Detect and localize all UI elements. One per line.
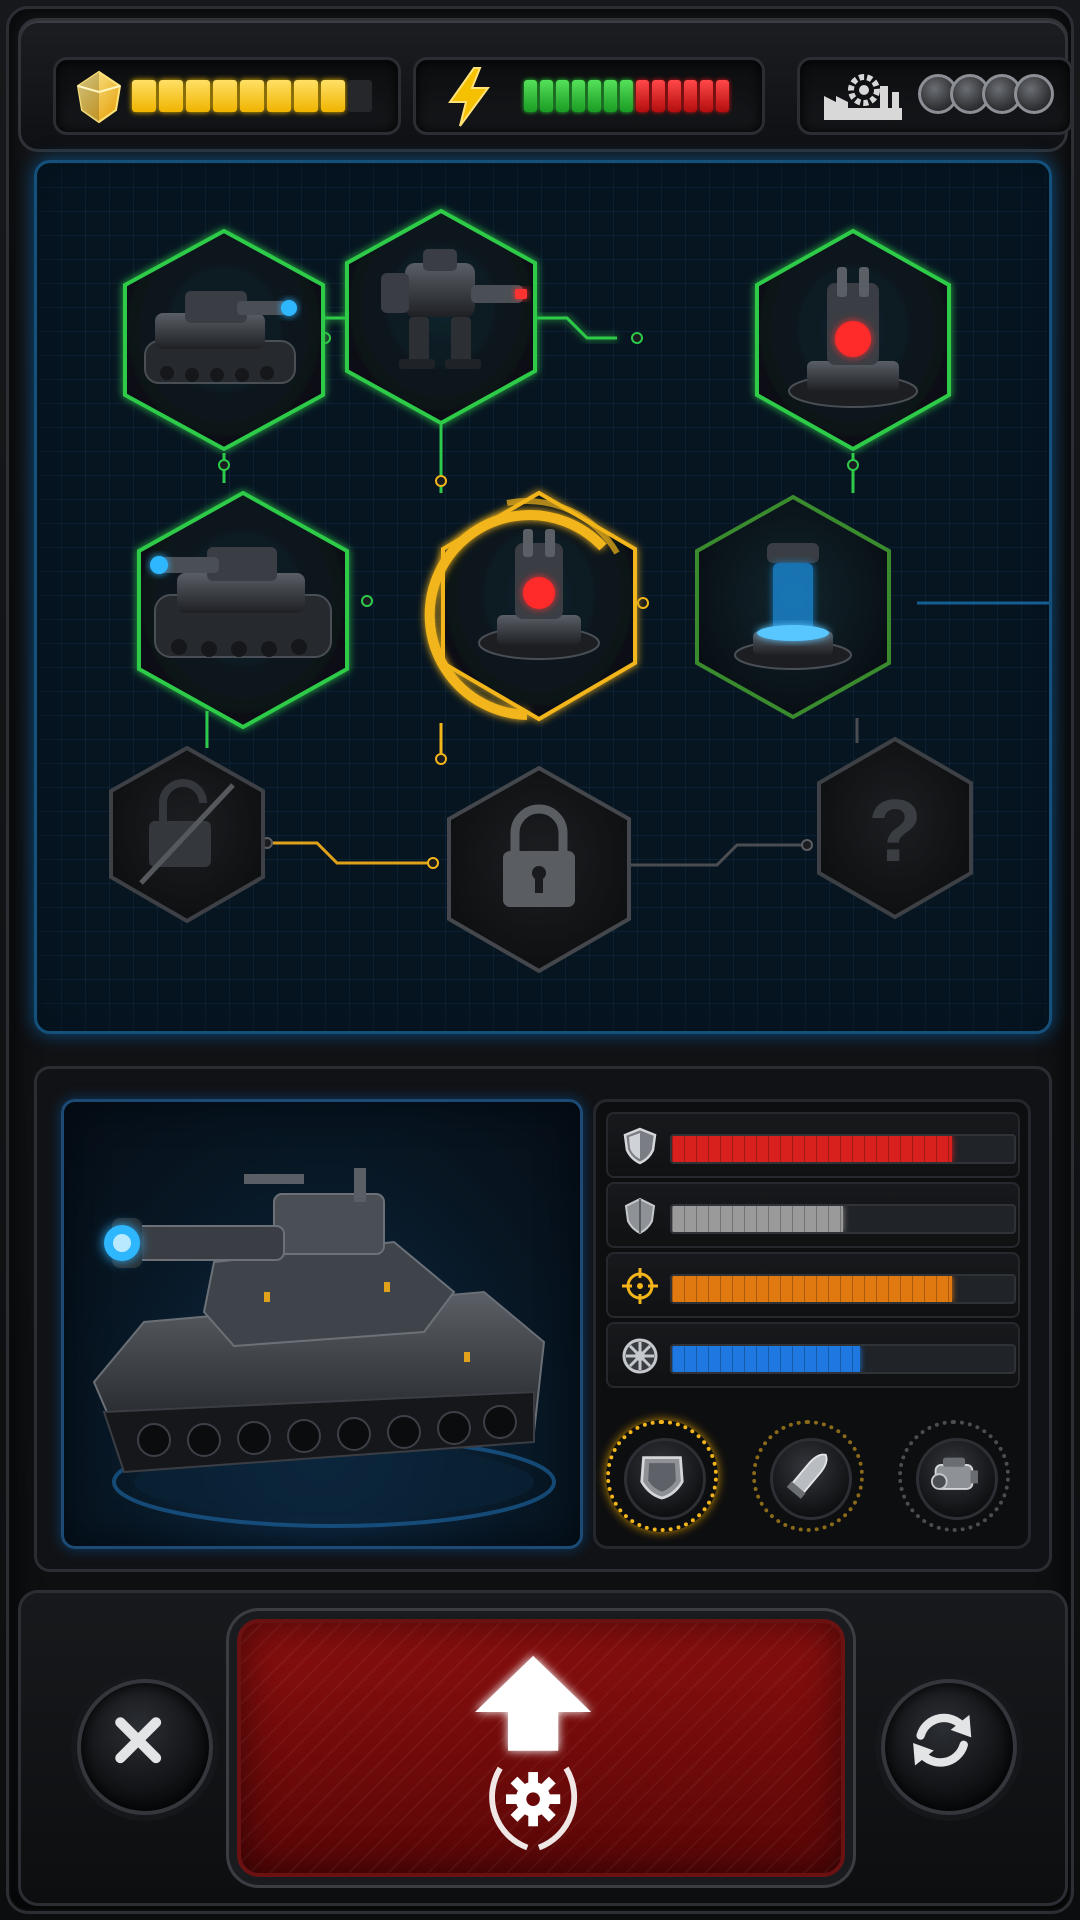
gem-level-bar bbox=[132, 80, 372, 112]
module-armor-plate[interactable] bbox=[606, 1420, 718, 1532]
defense-bar bbox=[670, 1204, 1016, 1234]
tech-node-mech-walker[interactable] bbox=[345, 208, 537, 426]
stat-bar-fill bbox=[672, 1206, 843, 1232]
tech-node-red-reactor[interactable] bbox=[755, 228, 951, 452]
upgrade-button[interactable] bbox=[237, 1619, 845, 1877]
energy-bar-segment bbox=[588, 80, 601, 112]
module-engine[interactable] bbox=[898, 1420, 1010, 1532]
energy-bar-segment bbox=[604, 80, 617, 112]
tech-node-unknown[interactable]: ? bbox=[817, 736, 973, 920]
energy-bar-segment bbox=[684, 80, 697, 112]
stat-defense bbox=[606, 1182, 1020, 1248]
resource-bar bbox=[18, 18, 1073, 152]
armor-shield-icon bbox=[623, 1127, 657, 1165]
stat-bar-fill bbox=[672, 1346, 861, 1372]
energy-bar-segment bbox=[524, 80, 537, 112]
unit-stats-panel bbox=[593, 1099, 1031, 1549]
tech-tree-panel: ? bbox=[34, 160, 1052, 1034]
energy-bar-segment bbox=[668, 80, 681, 112]
energy-bar-segment bbox=[556, 80, 569, 112]
energy-bar-segment bbox=[572, 80, 585, 112]
module-shell-ammo[interactable] bbox=[752, 1420, 864, 1532]
unit-preview bbox=[61, 1099, 583, 1549]
action-bar bbox=[18, 1590, 1068, 1906]
stat-armor bbox=[606, 1112, 1020, 1178]
engine-icon bbox=[930, 1457, 978, 1490]
question-mark-icon: ? bbox=[868, 781, 922, 880]
gem-bar-segment bbox=[240, 80, 264, 112]
speed-wheel-icon bbox=[622, 1338, 658, 1374]
production-token bbox=[1014, 74, 1054, 114]
gem-bar-segment bbox=[348, 80, 372, 112]
stat-speed bbox=[606, 1322, 1020, 1388]
stat-bar-fill bbox=[672, 1276, 953, 1302]
lightning-bolt-icon bbox=[448, 67, 490, 127]
upgrade-arrow-gear-icon bbox=[475, 1655, 592, 1851]
close-x-icon bbox=[115, 1717, 162, 1764]
energy-bar-segment bbox=[540, 80, 553, 112]
gem-resource bbox=[53, 57, 401, 135]
gem-bar-segment bbox=[267, 80, 291, 112]
tech-node-locked[interactable] bbox=[447, 765, 631, 974]
gem-bar-segment bbox=[132, 80, 156, 112]
energy-bar-segment bbox=[700, 80, 713, 112]
energy-resource bbox=[413, 57, 765, 135]
refresh-icon bbox=[913, 1713, 972, 1767]
gem-icon bbox=[76, 70, 122, 124]
energy-level-bar bbox=[524, 80, 729, 112]
tech-node-light-tank[interactable] bbox=[123, 228, 325, 452]
energy-bar-segment bbox=[620, 80, 633, 112]
energy-bar-segment bbox=[716, 80, 729, 112]
production-resource bbox=[797, 57, 1073, 135]
stat-bar-fill bbox=[672, 1136, 953, 1162]
shell-ammo-icon bbox=[786, 1453, 828, 1499]
crosshair-icon bbox=[622, 1268, 658, 1304]
stat-accuracy bbox=[606, 1252, 1020, 1318]
gem-bar-segment bbox=[159, 80, 183, 112]
factory-gear-icon bbox=[824, 74, 902, 120]
armor-bar bbox=[670, 1134, 1016, 1164]
tech-node-broken-lock[interactable] bbox=[109, 745, 265, 924]
unit-detail-panel bbox=[34, 1066, 1052, 1572]
energy-bar-segment bbox=[636, 80, 649, 112]
tech-node-heavy-tank[interactable] bbox=[137, 490, 349, 730]
energy-bar-segment bbox=[652, 80, 665, 112]
refresh-button[interactable] bbox=[881, 1679, 1017, 1815]
gem-bar-segment bbox=[213, 80, 237, 112]
gem-bar-segment bbox=[294, 80, 318, 112]
defense-shield-icon bbox=[624, 1197, 656, 1235]
cancel-button[interactable] bbox=[77, 1679, 213, 1815]
module-slots bbox=[606, 1420, 1016, 1532]
tech-node-blue-teleporter[interactable] bbox=[695, 494, 891, 720]
accuracy-bar bbox=[670, 1274, 1016, 1304]
tech-node-core-reactor[interactable] bbox=[424, 490, 637, 722]
heavy-tank-preview bbox=[92, 1168, 556, 1528]
armor-plate-icon bbox=[640, 1456, 684, 1500]
speed-bar bbox=[670, 1344, 1016, 1374]
tech-tree-canvas: ? bbox=[109, 208, 1049, 974]
gem-bar-segment bbox=[321, 80, 345, 112]
gem-bar-segment bbox=[186, 80, 210, 112]
